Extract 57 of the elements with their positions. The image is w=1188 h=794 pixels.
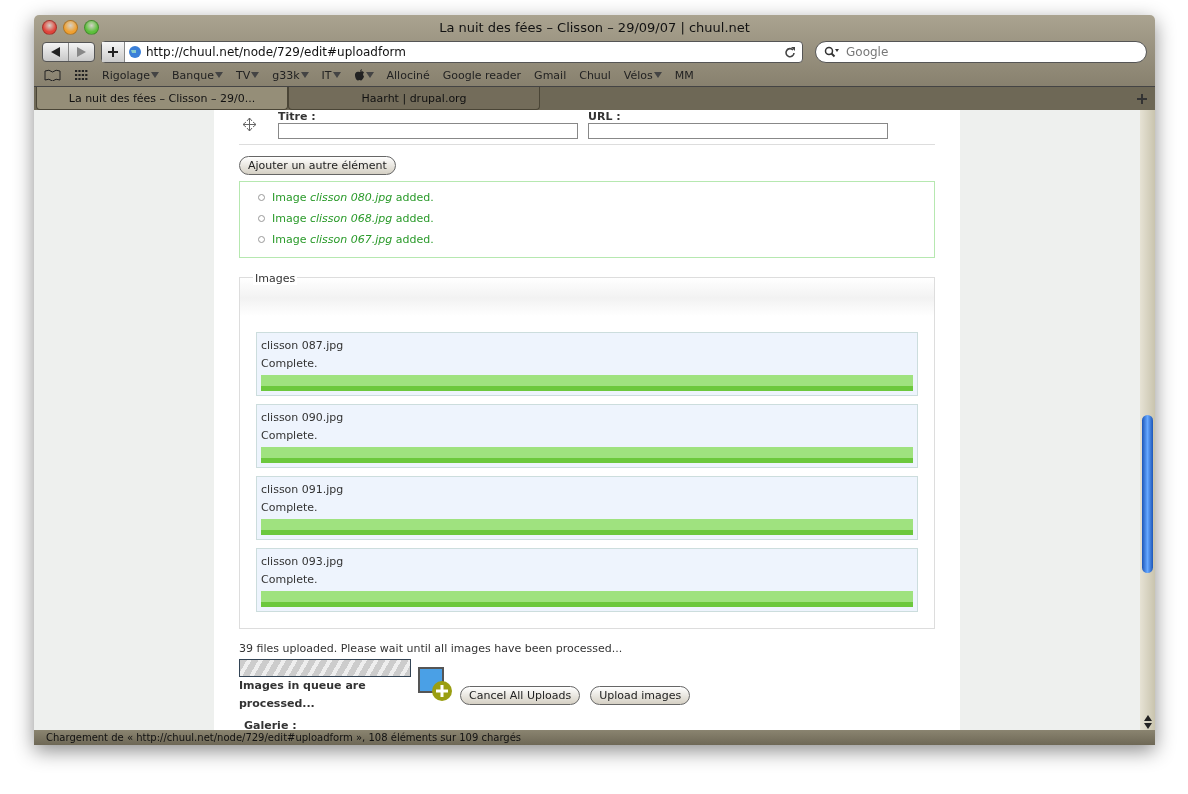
bookmark-item[interactable]: g33k — [272, 68, 309, 82]
plus-icon — [108, 47, 118, 57]
add-item-button[interactable]: Ajouter un autre élément — [239, 156, 396, 175]
field-label: Titre : — [278, 110, 317, 123]
drag-handle-icon[interactable] — [243, 118, 256, 131]
status-message: Image clisson 067.jpg added. — [272, 233, 434, 246]
bookmark-item[interactable]: Allociné — [386, 68, 430, 82]
close-button[interactable] — [42, 20, 57, 35]
back-arrow-icon — [51, 47, 60, 57]
book-icon[interactable] — [44, 69, 61, 81]
search-box[interactable]: Google — [815, 41, 1147, 63]
window-title: La nuit des fées – Clisson – 29/09/07 | chuul.net — [439, 20, 750, 35]
status-message: Image clisson 068.jpg added. — [272, 212, 434, 225]
scroll-up-icon[interactable] — [1143, 715, 1152, 721]
search-icon — [824, 46, 840, 58]
apple-menu[interactable] — [353, 69, 374, 81]
bookmark-item[interactable]: Google reader — [442, 68, 522, 82]
file-name: clisson 090.jpg — [261, 411, 345, 424]
search-field[interactable]: Google — [844, 44, 1138, 60]
bookmark-item[interactable]: Banque — [171, 68, 223, 82]
globe-icon — [128, 45, 142, 59]
bookmark-item[interactable]: Rigolage — [102, 68, 159, 82]
status-bar: Chargement de « http://chuul.net/node/729/edit#uploadform », 108 éléments sur 109 chargés — [34, 730, 1155, 745]
add-bookmark-button[interactable] — [102, 42, 125, 62]
url-field[interactable] — [588, 123, 888, 139]
field-label: URL : — [588, 110, 622, 123]
cancel-uploads-button[interactable]: Cancel All Uploads — [460, 686, 581, 705]
file-name: clisson 093.jpg — [261, 555, 345, 568]
title-field[interactable] — [278, 123, 578, 139]
browser-tab[interactable]: Haarht | drupal.org — [288, 87, 540, 110]
upload-message: 39 files uploaded. Please wait until all images have been processed... — [239, 642, 624, 655]
scrollbar[interactable] — [1140, 110, 1155, 730]
upload-status: Complete. — [261, 357, 319, 370]
address-field[interactable]: http://chuul.net/node/729/edit#uploadform — [101, 41, 803, 63]
file-name: clisson 087.jpg — [261, 339, 345, 352]
upload-status: Complete. — [261, 429, 319, 442]
queue-status: Images in queue are processed... — [239, 678, 367, 712]
fieldset-legend: Images — [253, 272, 298, 285]
bookmark-item[interactable]: IT — [321, 68, 341, 82]
add-image-icon[interactable] — [418, 667, 454, 703]
browser-tab[interactable]: La nuit des fées – Clisson – 29/0... — [36, 87, 288, 110]
apple-icon — [353, 69, 365, 81]
file-name: clisson 091.jpg — [261, 483, 345, 496]
status-message: Image clisson 080.jpg added. — [272, 191, 434, 204]
upload-status: Complete. — [261, 501, 319, 514]
upload-status: Complete. — [261, 573, 319, 586]
upload-images-button[interactable]: Upload images — [590, 686, 691, 705]
field-label: Galerie : — [244, 719, 298, 730]
bookmark-item[interactable]: TV — [235, 68, 260, 82]
reload-icon[interactable] — [784, 46, 796, 58]
bookmark-item[interactable]: Vélos — [623, 68, 662, 82]
bookmark-item[interactable]: MM — [674, 68, 694, 82]
scroll-thumb[interactable] — [1142, 415, 1153, 573]
bookmark-item[interactable]: Gmail — [534, 68, 567, 82]
bookmark-item[interactable]: Chuul — [579, 68, 611, 82]
forward-arrow-icon — [77, 47, 86, 57]
grid-icon[interactable] — [74, 69, 89, 81]
